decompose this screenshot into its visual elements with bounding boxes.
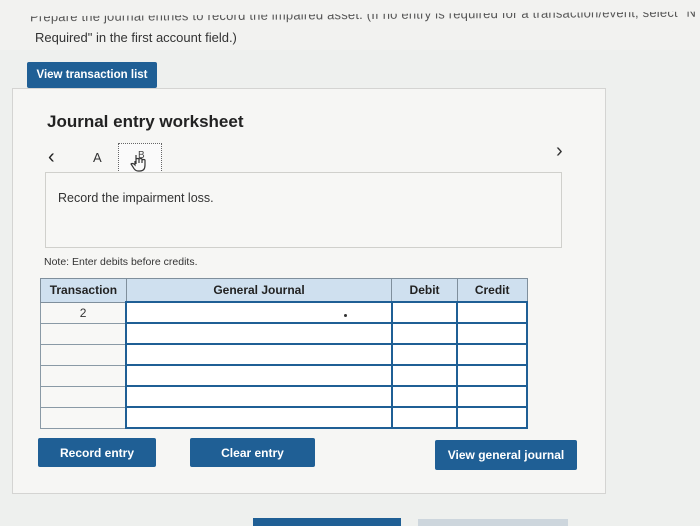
note-text: Note: Enter debits before credits.	[44, 256, 198, 268]
transaction-cell	[40, 385, 127, 408]
footer-primary-button-edge[interactable]	[253, 518, 401, 526]
table-row	[40, 406, 528, 429]
transaction-cell	[40, 343, 127, 366]
table-row	[40, 364, 528, 387]
transaction-cell	[40, 364, 127, 387]
header-transaction: Transaction	[40, 278, 127, 303]
transaction-cell: 2	[40, 301, 127, 324]
cursor-dot	[344, 314, 347, 317]
next-chevron-icon[interactable]: ›	[556, 140, 563, 163]
header-credit: Credit	[456, 278, 528, 303]
table-row	[40, 322, 528, 345]
debit-field[interactable]	[390, 385, 459, 408]
footer-secondary-button-edge[interactable]	[418, 519, 568, 526]
debit-field[interactable]	[390, 322, 459, 345]
debit-field[interactable]	[390, 301, 459, 324]
transaction-cell	[40, 322, 127, 345]
prompt-box: Record the impairment loss.	[45, 172, 562, 248]
view-general-journal-button[interactable]: View general journal	[435, 440, 577, 470]
credit-field[interactable]	[456, 343, 528, 366]
general-journal-field[interactable]	[125, 385, 393, 408]
header-general-journal: General Journal	[125, 278, 393, 303]
prompt-text: Record the impairment loss.	[58, 191, 214, 205]
view-transaction-list-button[interactable]: View transaction list	[27, 62, 157, 88]
table-row: 2	[40, 301, 528, 324]
general-journal-field[interactable]	[125, 364, 393, 387]
worksheet-title: Journal entry worksheet	[47, 112, 244, 131]
credit-field[interactable]	[456, 301, 528, 324]
instruction-required-text: Required" in the first account field.)	[35, 30, 237, 45]
journal-table: Transaction General Journal Debit Credit…	[40, 278, 528, 429]
transaction-cell	[40, 406, 127, 429]
tab-a[interactable]: A	[93, 150, 102, 165]
record-entry-button[interactable]: Record entry	[38, 438, 156, 467]
general-journal-field[interactable]	[125, 343, 393, 366]
debit-field[interactable]	[390, 364, 459, 387]
debit-field[interactable]	[390, 343, 459, 366]
clear-entry-button[interactable]: Clear entry	[190, 438, 315, 467]
credit-field[interactable]	[456, 406, 528, 429]
credit-field[interactable]	[456, 322, 528, 345]
debit-field[interactable]	[390, 406, 459, 429]
header-debit: Debit	[391, 278, 458, 303]
table-row	[40, 343, 528, 366]
general-journal-field[interactable]	[125, 301, 393, 324]
credit-field[interactable]	[456, 385, 528, 408]
general-journal-field[interactable]	[125, 406, 393, 429]
general-journal-field[interactable]	[125, 322, 393, 345]
table-row	[40, 385, 528, 408]
prev-chevron-icon[interactable]: ‹	[48, 146, 55, 169]
credit-field[interactable]	[456, 364, 528, 387]
hand-pointer-icon	[130, 155, 146, 172]
